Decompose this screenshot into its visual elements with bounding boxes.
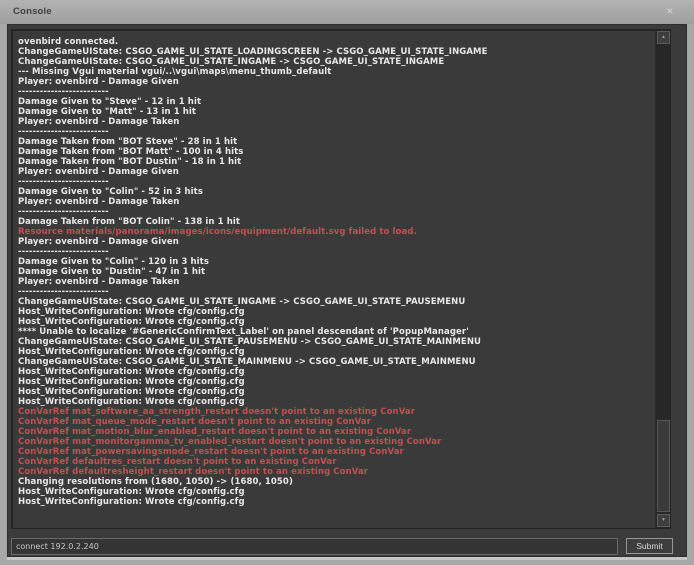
console-line: ChangeGameUIState: CSGO_GAME_UI_STATE_IN… (18, 57, 655, 67)
console-line: Changing resolutions from (1680, 1050) -… (18, 477, 655, 487)
console-line: Host_WriteConfiguration: Wrote cfg/confi… (18, 397, 655, 407)
console-line: ------------------------- (18, 207, 655, 217)
console-line: ConVarRef mat_monitorgamma_tv_enabled_re… (18, 437, 655, 447)
console-line: ChangeGameUIState: CSGO_GAME_UI_STATE_MA… (18, 357, 655, 367)
console-line: Damage Taken from "BOT Steve" - 28 in 1 … (18, 137, 655, 147)
console-line: --- Missing Vgui material vgui/..\vgui\m… (18, 67, 655, 77)
console-line: Damage Given to "Steve" - 12 in 1 hit (18, 97, 655, 107)
console-log-box: ovenbird connected.ChangeGameUIState: CS… (11, 29, 671, 529)
console-line: Host_WriteConfiguration: Wrote cfg/confi… (18, 347, 655, 357)
console-line: ConVarRef mat_motion_blur_enabled_restar… (18, 427, 655, 437)
console-line: Host_WriteConfiguration: Wrote cfg/confi… (18, 317, 655, 327)
console-line: ------------------------- (18, 177, 655, 187)
console-line: Damage Given to "Matt" - 13 in 1 hit (18, 107, 655, 117)
console-line: Host_WriteConfiguration: Wrote cfg/confi… (18, 307, 655, 317)
console-line: ------------------------- (18, 287, 655, 297)
console-line: ConVarRef mat_queue_mode_restart doesn't… (18, 417, 655, 427)
console-line: ChangeGameUIState: CSGO_GAME_UI_STATE_LO… (18, 47, 655, 57)
console-line: Host_WriteConfiguration: Wrote cfg/confi… (18, 487, 655, 497)
console-line: Player: ovenbird - Damage Given (18, 237, 655, 247)
console-line: Host_WriteConfiguration: Wrote cfg/confi… (18, 377, 655, 387)
close-icon[interactable]: ✕ (664, 5, 676, 17)
console-line: Host_WriteConfiguration: Wrote cfg/confi… (18, 497, 655, 507)
submit-button[interactable]: Submit (626, 538, 673, 554)
console-line: Damage Given to "Colin" - 120 in 3 hits (18, 257, 655, 267)
scroll-up-icon[interactable]: ▲ (657, 31, 670, 44)
console-line: Damage Given to "Colin" - 52 in 3 hits (18, 187, 655, 197)
console-line: Damage Taken from "BOT Matt" - 100 in 4 … (18, 147, 655, 157)
console-line: ------------------------- (18, 87, 655, 97)
console-line: Player: ovenbird - Damage Taken (18, 277, 655, 287)
console-window-body: ovenbird connected.ChangeGameUIState: CS… (7, 24, 687, 557)
console-line: Damage Given to "Dustin" - 47 in 1 hit (18, 267, 655, 277)
console-command-input[interactable] (11, 538, 618, 555)
console-line: ------------------------- (18, 127, 655, 137)
console-line: Host_WriteConfiguration: Wrote cfg/confi… (18, 387, 655, 397)
console-line: ovenbird connected. (18, 37, 655, 47)
console-line: ConVarRef mat_powersavingsmode_restart d… (18, 447, 655, 457)
console-line: ConVarRef mat_software_aa_strength_resta… (18, 407, 655, 417)
console-line: Player: ovenbird - Damage Given (18, 167, 655, 177)
scroll-down-icon[interactable]: ▼ (657, 514, 670, 527)
console-output: ovenbird connected.ChangeGameUIState: CS… (12, 30, 655, 528)
console-line: ConVarRef defaultres_restart doesn't poi… (18, 457, 655, 467)
console-window-titlebar[interactable]: Console ✕ (0, 0, 694, 24)
console-line: Player: ovenbird - Damage Taken (18, 197, 655, 207)
console-line: Damage Taken from "BOT Colin" - 138 in 1… (18, 217, 655, 227)
console-line: **** Unable to localize '#GenericConfirm… (18, 327, 655, 337)
console-line: Damage Taken from "BOT Dustin" - 18 in 1… (18, 157, 655, 167)
console-line: ChangeGameUIState: CSGO_GAME_UI_STATE_PA… (18, 337, 655, 347)
console-line: Player: ovenbird - Damage Given (18, 77, 655, 87)
window-title: Console (13, 6, 52, 17)
console-line: ------------------------- (18, 247, 655, 257)
console-line: Resource materials/panorama/images/icons… (18, 227, 655, 237)
console-line: Host_WriteConfiguration: Wrote cfg/confi… (18, 367, 655, 377)
scrollbar-thumb[interactable] (657, 420, 670, 512)
console-line: ChangeGameUIState: CSGO_GAME_UI_STATE_IN… (18, 297, 655, 307)
console-line: Player: ovenbird - Damage Taken (18, 117, 655, 127)
console-line: ConVarRef defaultresheight_restart doesn… (18, 467, 655, 477)
console-scrollbar[interactable]: ▲ ▼ (655, 30, 670, 528)
